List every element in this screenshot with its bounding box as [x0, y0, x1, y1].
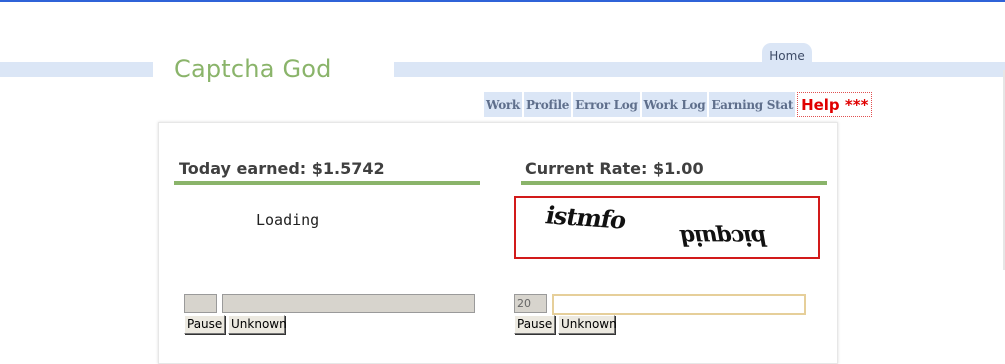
today-earned-heading: Today earned: $1.5742: [179, 159, 385, 178]
current-rate-heading: Current Rate: $1.00: [525, 159, 704, 178]
main-nav: Work Profile Error Log Work Log Earning …: [484, 92, 873, 117]
tab-home[interactable]: Home: [762, 43, 812, 67]
nav-item-help[interactable]: Help ***: [797, 92, 873, 117]
left-captcha-loading-text: Loading: [256, 211, 320, 229]
header-band-right: [394, 62, 1005, 77]
nav-item-earning-stat[interactable]: Earning Stat: [709, 92, 796, 117]
left-unknown-button[interactable]: Unknown: [228, 315, 287, 334]
right-heading-underline: [521, 181, 827, 185]
nav-item-profile[interactable]: Profile: [523, 92, 572, 117]
left-heading-underline: [174, 181, 480, 185]
right-unknown-button[interactable]: Unknown: [558, 315, 617, 334]
top-border-line: [0, 0, 1005, 2]
left-timer-field[interactable]: [184, 294, 217, 313]
nav-item-work[interactable]: Work: [484, 92, 522, 117]
right-timer-field: 20: [514, 294, 547, 313]
nav-item-error-log[interactable]: Error Log: [573, 92, 640, 117]
site-title: Captcha God: [174, 55, 332, 83]
captcha-image: istmfo bicquid: [514, 196, 820, 259]
captcha-text-line2: bicquid: [678, 224, 769, 250]
captcha-text-line1: istmfo: [543, 200, 629, 235]
nav-item-work-log[interactable]: Work Log: [641, 92, 708, 117]
right-answer-input[interactable]: [552, 294, 806, 315]
right-pause-button[interactable]: Pause: [514, 315, 555, 334]
header-band-left: [0, 62, 153, 77]
left-answer-input[interactable]: [222, 294, 475, 313]
left-pause-button[interactable]: Pause: [184, 315, 225, 334]
